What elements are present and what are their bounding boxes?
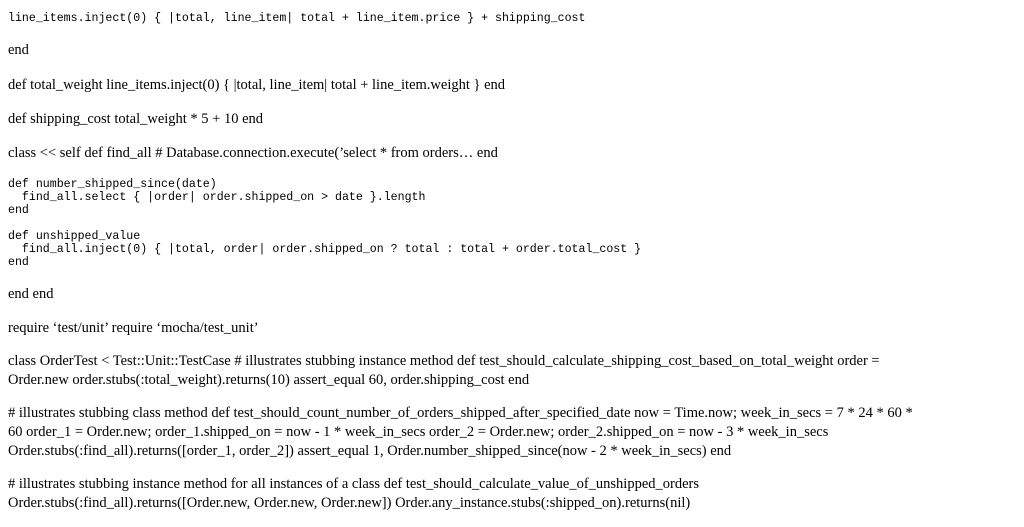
- paragraph-line: class OrderTest < Test::Unit::TestCase #…: [8, 353, 880, 369]
- text-line-shipping-cost: def shipping_cost total_weight * 5 + 10 …: [8, 111, 264, 127]
- paragraph-line: Order.stubs(:find_all).returns([order_1,…: [8, 443, 732, 459]
- paragraph-order-test: class OrderTest < Test::Unit::TestCase #…: [8, 352, 1018, 390]
- paragraph-line: Order.new order.stubs(:total_weight).ret…: [8, 372, 530, 388]
- code-block-number-shipped-since: def number_shipped_since(date) find_all.…: [8, 178, 426, 217]
- paragraph-any-instance-stub: # illustrates stubbing instance method f…: [8, 475, 1018, 513]
- text-line-class-self: class << self def find_all # Database.co…: [8, 145, 498, 161]
- text-line-total-weight: def total_weight line_items.inject(0) { …: [8, 77, 506, 93]
- paragraph-class-method-stub: # illustrates stubbing class method def …: [8, 404, 1018, 461]
- document-page: line_items.inject(0) { |total, line_item…: [0, 0, 1024, 527]
- paragraph-line: # illustrates stubbing instance method f…: [8, 476, 699, 492]
- paragraph-line: Order.stubs(:find_all).returns([Order.ne…: [8, 495, 691, 511]
- code-line-inject-total: line_items.inject(0) { |total, line_item…: [8, 12, 586, 25]
- text-line-end: end: [8, 42, 29, 58]
- text-line-end-end: end end: [8, 286, 54, 302]
- code-block-unshipped-value: def unshipped_value find_all.inject(0) {…: [8, 230, 642, 269]
- paragraph-line: 60 order_1 = Order.new; order_1.shipped_…: [8, 424, 829, 440]
- text-line-require: require ‘test/unit’ require ‘mocha/test_…: [8, 320, 259, 336]
- paragraph-line: # illustrates stubbing class method def …: [8, 405, 913, 421]
